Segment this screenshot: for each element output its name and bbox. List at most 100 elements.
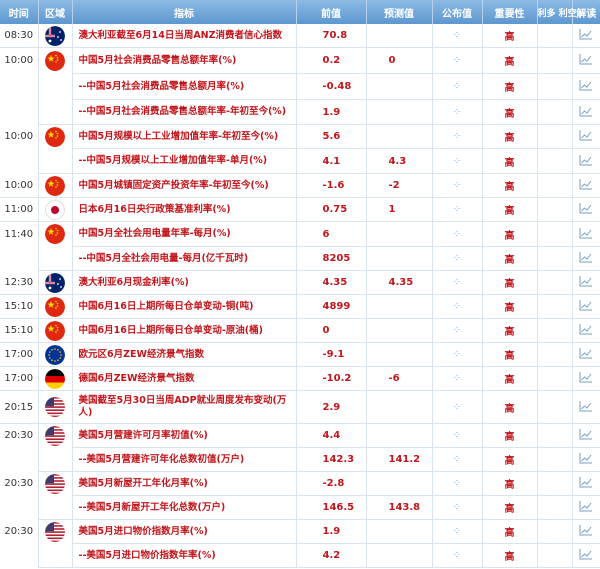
interpretation-cell [572, 148, 600, 174]
chart-icon[interactable] [579, 524, 593, 539]
actual-value: ⁘ [432, 495, 483, 520]
bull-bear-cell [537, 270, 573, 295]
chart-icon[interactable] [579, 428, 593, 443]
indicator-name[interactable]: 澳大利亚截至6月14日当周ANZ消费者信心指数 [72, 24, 297, 48]
bull-bear-cell [537, 197, 573, 222]
header-actual[interactable]: 公布值 [432, 0, 483, 24]
chart-icon[interactable] [579, 548, 593, 563]
interpretation-cell [572, 173, 600, 198]
indicator-name[interactable]: --美国5月进口物价指数年率(%) [72, 543, 297, 568]
chart-icon[interactable] [579, 129, 593, 144]
time-cell [0, 73, 39, 100]
forecast-value: 4.3 [366, 148, 433, 174]
previous-value: 4.1 [296, 148, 367, 174]
interpretation-cell [572, 73, 600, 100]
chart-icon[interactable] [579, 227, 593, 242]
bull-bear-cell [537, 342, 573, 367]
indicator-name[interactable]: 中国6月16日上期所每日仓单变动-原油(桶) [72, 318, 297, 343]
cn-flag-icon [45, 320, 65, 341]
flag-cell [38, 318, 73, 343]
chart-icon[interactable] [579, 79, 593, 94]
indicator-name[interactable]: --中国5月全社会用电量-每月(亿千瓦时) [72, 246, 297, 271]
indicator-name[interactable]: --美国5月营建许可年化总数初值(万户) [72, 447, 297, 472]
loading-icon: ⁘ [452, 401, 462, 413]
forecast-value: 0 [366, 47, 433, 74]
flag-cell [38, 519, 73, 544]
indicator-name[interactable]: 澳大利亚6月现金利率(%) [72, 270, 297, 295]
table-row: 17:00 德国6月ZEW经济景气指数 -10.2 -6 ⁘ 高 [0, 366, 600, 391]
chart-icon[interactable] [579, 452, 593, 467]
header-region[interactable]: 区域 [38, 0, 73, 24]
chart-icon[interactable] [579, 178, 593, 193]
header-indicator[interactable]: 指标 [72, 0, 297, 24]
indicator-name[interactable]: 中国5月全社会用电量年率-每月(%) [72, 221, 297, 247]
chart-icon[interactable] [579, 500, 593, 515]
table-row: 11:00 日本6月16日央行政策基准利率(%) 0.75 1 ⁘ 高 [0, 197, 600, 222]
flag-cell [38, 294, 73, 319]
bull-bear-cell [537, 366, 573, 391]
importance-value: 高 [482, 519, 538, 544]
chart-icon[interactable] [579, 105, 593, 120]
previous-value: -1.6 [296, 173, 367, 198]
time-cell: 10:00 [0, 124, 39, 149]
indicator-name[interactable]: 美国5月营建许可月率初值(%) [72, 423, 297, 448]
chart-icon[interactable] [579, 371, 593, 386]
header-forecast[interactable]: 预测值 [366, 0, 433, 24]
interpretation-cell [572, 270, 600, 295]
indicator-name[interactable]: --中国5月规模以上工业增加值年率-单月(%) [72, 148, 297, 174]
header-interpretation[interactable]: 解读 [572, 0, 600, 24]
indicator-name[interactable]: 中国5月城镇固定资产投资年率-年初至今(%) [72, 173, 297, 198]
indicator-name[interactable]: 德国6月ZEW经济景气指数 [72, 366, 297, 391]
indicator-name[interactable]: 欧元区6月ZEW经济景气指数 [72, 342, 297, 367]
chart-icon[interactable] [579, 476, 593, 491]
indicator-name[interactable]: 美国5月新屋开工年化月率(%) [72, 471, 297, 496]
indicator-name[interactable]: --中国5月社会消费品零售总额年率-年初至今(%) [72, 99, 297, 125]
interpretation-cell [572, 342, 600, 367]
actual-value: ⁘ [432, 270, 483, 295]
forecast-value [366, 342, 433, 367]
flag-cell [38, 73, 73, 100]
time-cell: 08:30 [0, 24, 39, 48]
indicator-name[interactable]: 美国截至5月30日当周ADP就业周度发布变动(万人) [72, 390, 297, 424]
table-row: 15:10 中国6月16日上期所每日仓单变动-铜(吨) 4899 ⁘ 高 [0, 294, 600, 319]
indicator-name[interactable]: 日本6月16日央行政策基准利率(%) [72, 197, 297, 222]
importance-value: 高 [482, 47, 538, 74]
header-previous[interactable]: 前值 [296, 0, 367, 24]
indicator-name[interactable]: 美国5月进口物价指数月率(%) [72, 519, 297, 544]
bull-bear-cell [537, 519, 573, 544]
chart-icon[interactable] [579, 275, 593, 290]
indicator-name[interactable]: --中国5月社会消费品零售总额月率(%) [72, 73, 297, 100]
header-time[interactable]: 时间 [0, 0, 39, 24]
indicator-name[interactable]: 中国6月16日上期所每日仓单变动-铜(吨) [72, 294, 297, 319]
header-importance[interactable]: 重要性 [482, 0, 538, 24]
chart-icon[interactable] [579, 154, 593, 169]
loading-icon: ⁘ [452, 301, 462, 312]
bull-bear-cell [537, 221, 573, 247]
indicator-name[interactable]: 中国5月社会消费品零售总额年率(%) [72, 47, 297, 74]
bull-bear-cell [537, 495, 573, 520]
chart-icon[interactable] [579, 400, 593, 415]
chart-icon[interactable] [579, 28, 593, 43]
us-flag-icon [45, 397, 65, 417]
chart-icon[interactable] [579, 251, 593, 266]
table-row: 17:00 欧元区6月ZEW经济景气指数 -9.1 ⁘ 高 [0, 342, 600, 367]
us-flag-icon [45, 473, 65, 494]
previous-value: 0.75 [296, 197, 367, 222]
previous-value: 1.9 [296, 519, 367, 544]
time-cell: 15:10 [0, 294, 39, 319]
indicator-name[interactable]: 中国5月规模以上工业增加值年率-年初至今(%) [72, 124, 297, 149]
chart-icon[interactable] [579, 323, 593, 338]
chart-icon[interactable] [579, 53, 593, 68]
header-bull-bear[interactable]: 利多 利空 [537, 0, 577, 24]
forecast-value: 4.35 [366, 270, 433, 295]
time-cell: 11:40 [0, 221, 39, 247]
previous-value: 142.3 [296, 447, 367, 472]
importance-value: 高 [482, 318, 538, 343]
actual-value: ⁘ [432, 294, 483, 319]
table-row: 12:30 澳大利亚6月现金利率(%) 4.35 4.35 ⁘ 高 [0, 270, 600, 295]
chart-icon[interactable] [579, 347, 593, 362]
indicator-name[interactable]: --美国5月新屋开工年化总数(万户) [72, 495, 297, 520]
chart-icon[interactable] [579, 299, 593, 314]
chart-icon[interactable] [579, 202, 593, 217]
previous-value: 5.6 [296, 124, 367, 149]
